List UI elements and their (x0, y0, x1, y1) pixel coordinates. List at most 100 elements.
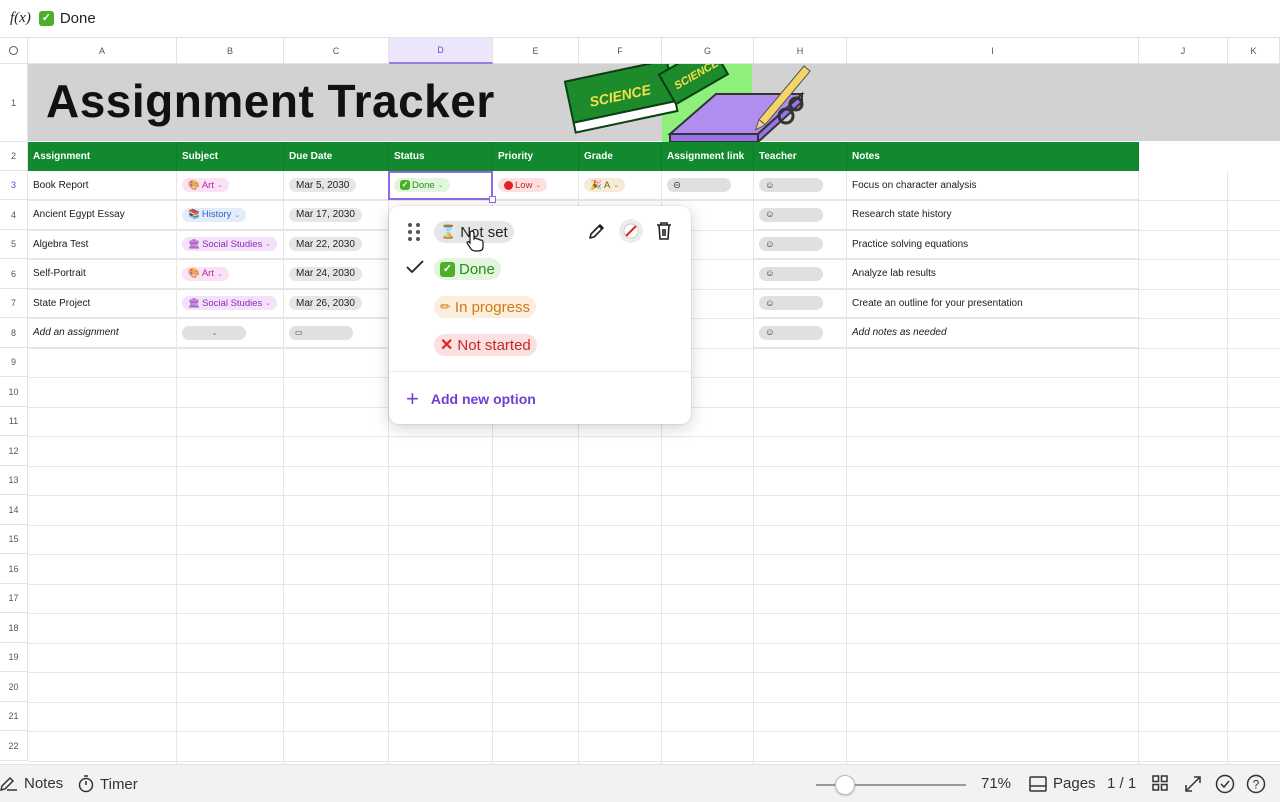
cell-notes[interactable]: Focus on character analysis (847, 171, 1139, 200)
row-header-1[interactable]: 1 (0, 64, 28, 142)
header-teacher[interactable]: Teacher (754, 142, 847, 171)
cell-notes[interactable]: Practice solving equations (847, 230, 1139, 259)
cell-grade[interactable]: 🎉 A ⌄ (579, 171, 662, 200)
cell-assignment[interactable]: Ancient Egypt Essay (28, 200, 177, 230)
date-chip[interactable]: Mar 26, 2030 (289, 296, 362, 310)
cell-notes[interactable]: Analyze lab results (847, 259, 1139, 289)
row-header-8[interactable]: 8 (0, 318, 28, 348)
row-header-13[interactable]: 13 (0, 466, 28, 495)
cell-due-date[interactable]: Mar 26, 2030 (284, 289, 389, 318)
date-chip[interactable]: Mar 17, 2030 (289, 207, 362, 222)
col-header-g[interactable]: G (662, 38, 754, 64)
option-not-started[interactable]: ✕ Not started (434, 334, 537, 356)
col-header-e[interactable]: E (493, 38, 579, 64)
cell-teacher[interactable]: ☺ (754, 171, 847, 200)
cell-assignment[interactable]: Algebra Test (28, 230, 177, 259)
cell-teacher[interactable]: ☺ (754, 289, 847, 318)
cell-teacher[interactable]: ☺ (754, 200, 847, 230)
subject-chip[interactable]: 🏛 Social Studies ⌄ (182, 296, 278, 310)
cell-due-date[interactable]: ▭ (284, 318, 389, 348)
row-header-16[interactable]: 16 (0, 554, 28, 584)
priority-chip[interactable]: Low ⌄ (498, 178, 548, 192)
row-header-18[interactable]: 18 (0, 613, 28, 643)
option-in-progress[interactable]: ✏ In progress (434, 296, 536, 318)
timer-button[interactable]: Timer (78, 775, 138, 793)
cell-due-date[interactable]: Mar 24, 2030 (284, 259, 389, 289)
zoom-slider-knob[interactable] (835, 775, 855, 795)
cell-assignment[interactable]: State Project (28, 289, 177, 318)
cell-subject[interactable]: 🎨 Art ⌄ (177, 259, 284, 289)
cell-assignment[interactable]: Book Report (28, 171, 177, 200)
drag-handle-icon[interactable] (407, 222, 421, 247)
cell-due-date[interactable]: Mar 17, 2030 (284, 200, 389, 230)
cell-assignment[interactable]: Self-Portrait (28, 259, 177, 289)
col-header-f[interactable]: F (579, 38, 662, 64)
cell-notes[interactable]: Create an outline for your presentation (847, 289, 1139, 318)
formula-value[interactable]: ✓ Done (38, 10, 96, 27)
subject-chip[interactable]: 📚 History ⌄ (182, 207, 247, 222)
cell-subject[interactable]: 🎨 Art ⌄ (177, 171, 284, 200)
row-header-9[interactable]: 9 (0, 348, 28, 377)
cell-teacher[interactable]: ☺ (754, 259, 847, 289)
link-chip[interactable]: ⊝ (667, 178, 731, 192)
col-header-i[interactable]: I (847, 38, 1139, 64)
cell-teacher[interactable]: ☺ (754, 230, 847, 259)
row-header-19[interactable]: 19 (0, 643, 28, 672)
teacher-chip[interactable]: ☺ (759, 237, 823, 251)
col-header-c[interactable]: C (284, 38, 389, 64)
teacher-chip[interactable]: ☺ (759, 178, 823, 192)
date-chip-empty[interactable]: ▭ (289, 325, 353, 340)
header-status[interactable]: Status (389, 142, 493, 171)
teacher-chip[interactable]: ☺ (759, 325, 823, 340)
option-done[interactable]: ✓ Done (434, 258, 501, 280)
cell-subject[interactable]: 🏛 Social Studies ⌄ (177, 289, 284, 318)
col-header-a[interactable]: A (28, 38, 177, 64)
header-assignment[interactable]: Assignment (28, 142, 177, 171)
row-header-12[interactable]: 12 (0, 436, 28, 466)
row-header-14[interactable]: 14 (0, 495, 28, 525)
col-header-d[interactable]: D (389, 38, 493, 64)
subject-chip[interactable]: 🎨 Art ⌄ (182, 178, 229, 192)
no-color-icon[interactable] (619, 219, 643, 243)
header-assignment-link[interactable]: Assignment link (662, 142, 754, 171)
row-header-5[interactable]: 5 (0, 230, 28, 259)
header-grade[interactable]: Grade (579, 142, 662, 171)
cell-subject[interactable]: 📚 History ⌄ (177, 200, 284, 230)
header-notes[interactable]: Notes (847, 142, 1139, 171)
check-circle-icon[interactable] (1215, 774, 1235, 794)
teacher-chip[interactable]: ☺ (759, 296, 823, 310)
row-header-3[interactable]: 3 (0, 171, 28, 200)
help-icon[interactable]: ? (1246, 774, 1266, 794)
cell-notes[interactable]: Research state history (847, 200, 1139, 230)
notes-button[interactable]: Notes (0, 775, 63, 792)
row-header-17[interactable]: 17 (0, 584, 28, 613)
subject-chip-empty[interactable]: ⌄ (182, 325, 246, 340)
cell-notes[interactable]: Add notes as needed (847, 318, 1139, 348)
col-header-j[interactable]: J (1139, 38, 1228, 64)
date-chip[interactable]: Mar 5, 2030 (289, 178, 357, 192)
row-header-6[interactable]: 6 (0, 259, 28, 289)
grade-chip[interactable]: 🎉 A ⌄ (584, 178, 626, 192)
pages-button[interactable]: Pages (1029, 775, 1096, 792)
row-header-21[interactable]: 21 (0, 702, 28, 731)
status-dropdown[interactable]: ⌛ Not set ✓ Done ✏ In progress ✕ Not started… (389, 206, 691, 424)
grid-view-icon[interactable] (1152, 775, 1168, 791)
row-header-15[interactable]: 15 (0, 525, 28, 554)
date-chip[interactable]: Mar 22, 2030 (289, 237, 362, 251)
subject-chip[interactable]: 🎨 Art ⌄ (182, 266, 229, 281)
cell-teacher[interactable]: ☺ (754, 318, 847, 348)
select-all-corner[interactable] (0, 38, 28, 64)
teacher-chip[interactable]: ☺ (759, 207, 823, 222)
add-new-option-button[interactable]: + Add new option (406, 388, 536, 410)
trash-icon[interactable] (655, 221, 673, 246)
header-due-date[interactable]: Due Date (284, 142, 389, 171)
pencil-edit-icon[interactable] (588, 222, 606, 245)
cell-link[interactable]: ⊝ (662, 171, 754, 200)
col-header-h[interactable]: H (754, 38, 847, 64)
date-chip[interactable]: Mar 24, 2030 (289, 266, 362, 281)
cell-priority[interactable]: Low ⌄ (493, 171, 579, 200)
cell-due-date[interactable]: Mar 5, 2030 (284, 171, 389, 200)
row-header-4[interactable]: 4 (0, 200, 28, 230)
header-priority[interactable]: Priority (493, 142, 579, 171)
teacher-chip[interactable]: ☺ (759, 266, 823, 281)
